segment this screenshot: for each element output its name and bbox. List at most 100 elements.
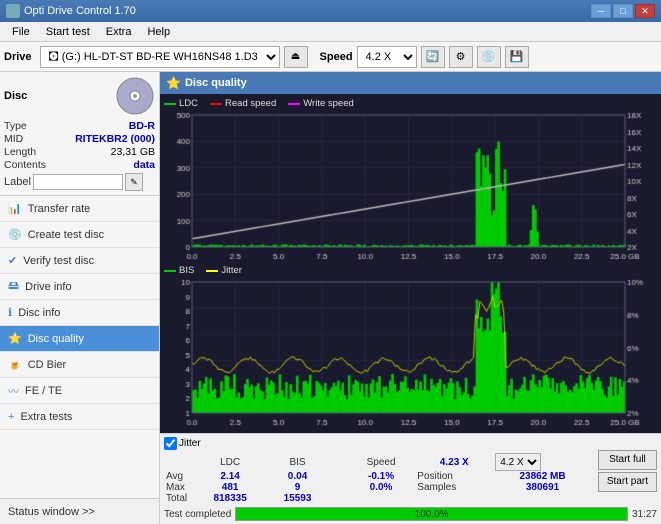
status-window-button[interactable]: Status window >> — [0, 498, 159, 524]
app-icon — [6, 4, 20, 18]
sidebar-item-fe-te[interactable]: 〰 FE / TE — [0, 378, 159, 404]
bottom-chart-canvas — [164, 278, 657, 429]
maximize-button[interactable]: □ — [613, 4, 633, 18]
cd-bier-label: CD Bier — [28, 359, 67, 371]
mid-label: MID — [4, 133, 23, 145]
start-full-button[interactable]: Start full — [598, 450, 657, 470]
fe-te-label: FE / TE — [25, 385, 62, 397]
progress-bar: 100.0% — [235, 507, 628, 521]
label-input[interactable] — [33, 174, 123, 190]
close-button[interactable]: ✕ — [635, 4, 655, 18]
contents-label: Contents — [4, 159, 46, 171]
type-label: Type — [4, 120, 27, 132]
progress-row: Test completed 100.0% 31:27 — [164, 507, 657, 521]
legend-read-speed: Read speed — [225, 98, 276, 109]
sidebar-item-drive-info[interactable]: 🖴 Drive info — [0, 274, 159, 300]
jitter-checkbox[interactable] — [164, 437, 177, 450]
samples-value: 380691 — [495, 482, 590, 493]
titlebar: Opti Drive Control 1.70 ─ □ ✕ — [0, 0, 661, 22]
type-value: BD-R — [129, 120, 155, 132]
col-speed: Speed — [349, 453, 413, 471]
mid-value: RITEKBR2 (000) — [75, 133, 155, 145]
total-bis: 15593 — [266, 493, 329, 504]
avg-ldc: 2.14 — [194, 471, 266, 482]
max-ldc: 481 — [194, 482, 266, 493]
fe-te-icon: 〰 — [8, 383, 19, 399]
label-label: Label — [4, 176, 31, 188]
transfer-rate-icon: 📊 — [8, 202, 22, 215]
col-bis: BIS — [266, 453, 329, 471]
sidebar-nav: 📊 Transfer rate 💿 Create test disc ✔ Ver… — [0, 196, 159, 498]
content-title: Disc quality — [185, 77, 247, 89]
max-bis: 9 — [266, 482, 329, 493]
max-label: Max — [164, 482, 194, 493]
col-ldc: LDC — [194, 453, 266, 471]
position-value: 23862 MB — [495, 471, 590, 482]
eject-button[interactable]: ⏏ — [284, 46, 308, 68]
sidebar-item-disc-quality[interactable]: ⭐ Disc quality — [0, 326, 159, 352]
disc-button[interactable]: 💿 — [477, 46, 501, 68]
samples-label: Samples — [413, 482, 495, 493]
sidebar-item-disc-info[interactable]: ℹ Disc info — [0, 300, 159, 326]
bottom-chart-legend: BIS Jitter — [164, 265, 657, 276]
avg-bis: 0.04 — [266, 471, 329, 482]
verify-test-disc-label: Verify test disc — [23, 255, 94, 267]
sidebar: Disc Type BD-R MID RITEKBR2 (000) Length… — [0, 72, 160, 524]
top-chart-legend: LDC Read speed Write speed — [164, 98, 657, 109]
speed-select[interactable]: 4.2 X 2.0 X 1.0 X — [357, 46, 417, 68]
legend-jitter: Jitter — [221, 265, 242, 276]
start-part-button[interactable]: Start part — [598, 472, 657, 492]
speed-display-select[interactable]: 4.2 X — [495, 453, 541, 471]
refresh-button[interactable]: 🔄 — [421, 46, 445, 68]
top-chart-canvas — [164, 111, 657, 263]
create-disc-icon: 💿 — [8, 228, 22, 241]
legend-ldc: LDC — [179, 98, 198, 109]
save-button[interactable]: 💾 — [505, 46, 529, 68]
drive-label: Drive — [4, 51, 32, 63]
label-edit-button[interactable]: ✎ — [125, 173, 143, 191]
sidebar-item-verify-test-disc[interactable]: ✔ Verify test disc — [0, 248, 159, 274]
menu-extra[interactable]: Extra — [98, 24, 140, 40]
sidebar-item-cd-bier[interactable]: 🍺 CD Bier — [0, 352, 159, 378]
menu-start-test[interactable]: Start test — [38, 24, 98, 40]
menu-file[interactable]: File — [4, 24, 38, 40]
drive-info-label: Drive info — [25, 281, 71, 293]
total-ldc: 818335 — [194, 493, 266, 504]
disc-quality-label: Disc quality — [28, 333, 84, 345]
status-text: Test completed — [164, 509, 231, 520]
max-jitter: 0.0% — [349, 482, 413, 493]
jitter-check-label: Jitter — [179, 438, 201, 449]
drivebar: Drive 🖸 (G:) HL-DT-ST BD-RE WH16NS48 1.D… — [0, 42, 661, 72]
action-buttons: Start full Start part — [598, 450, 657, 492]
length-value: 23,31 GB — [111, 146, 155, 158]
menu-help[interactable]: Help — [139, 24, 178, 40]
speed-label: Speed — [320, 51, 353, 63]
avg-label: Avg — [164, 471, 194, 482]
legend-bis: BIS — [179, 265, 194, 276]
drive-select[interactable]: 🖸 (G:) HL-DT-ST BD-RE WH16NS48 1.D3 — [40, 46, 280, 68]
bottom-panel: Jitter LDC BIS Speed 4.23 X — [160, 433, 661, 524]
disc-info-panel: Disc Type BD-R MID RITEKBR2 (000) Length… — [0, 72, 159, 196]
sidebar-item-transfer-rate[interactable]: 📊 Transfer rate — [0, 196, 159, 222]
settings-button[interactable]: ⚙ — [449, 46, 473, 68]
menubar: File Start test Extra Help — [0, 22, 661, 42]
progress-percent: 100.0% — [236, 508, 627, 520]
verify-disc-icon: ✔ — [8, 254, 17, 267]
sidebar-item-extra-tests[interactable]: + Extra tests — [0, 404, 159, 430]
time-display: 31:27 — [632, 509, 657, 520]
transfer-rate-label: Transfer rate — [28, 203, 91, 215]
sidebar-item-create-test-disc[interactable]: 💿 Create test disc — [0, 222, 159, 248]
length-label: Length — [4, 146, 36, 158]
legend-write-speed: Write speed — [303, 98, 354, 109]
avg-jitter: -0.1% — [349, 471, 413, 482]
extra-tests-label: Extra tests — [20, 411, 72, 423]
disc-info-label: Disc info — [18, 307, 60, 319]
disc-quality-icon: ⭐ — [8, 332, 22, 345]
status-window-label: Status window >> — [8, 506, 95, 518]
content-area: ⭐ Disc quality LDC Read speed — [160, 72, 661, 524]
app-title: Opti Drive Control 1.70 — [24, 5, 136, 17]
content-header: ⭐ Disc quality — [160, 72, 661, 94]
minimize-button[interactable]: ─ — [591, 4, 611, 18]
extra-tests-icon: + — [8, 411, 14, 423]
contents-value: data — [133, 159, 155, 171]
